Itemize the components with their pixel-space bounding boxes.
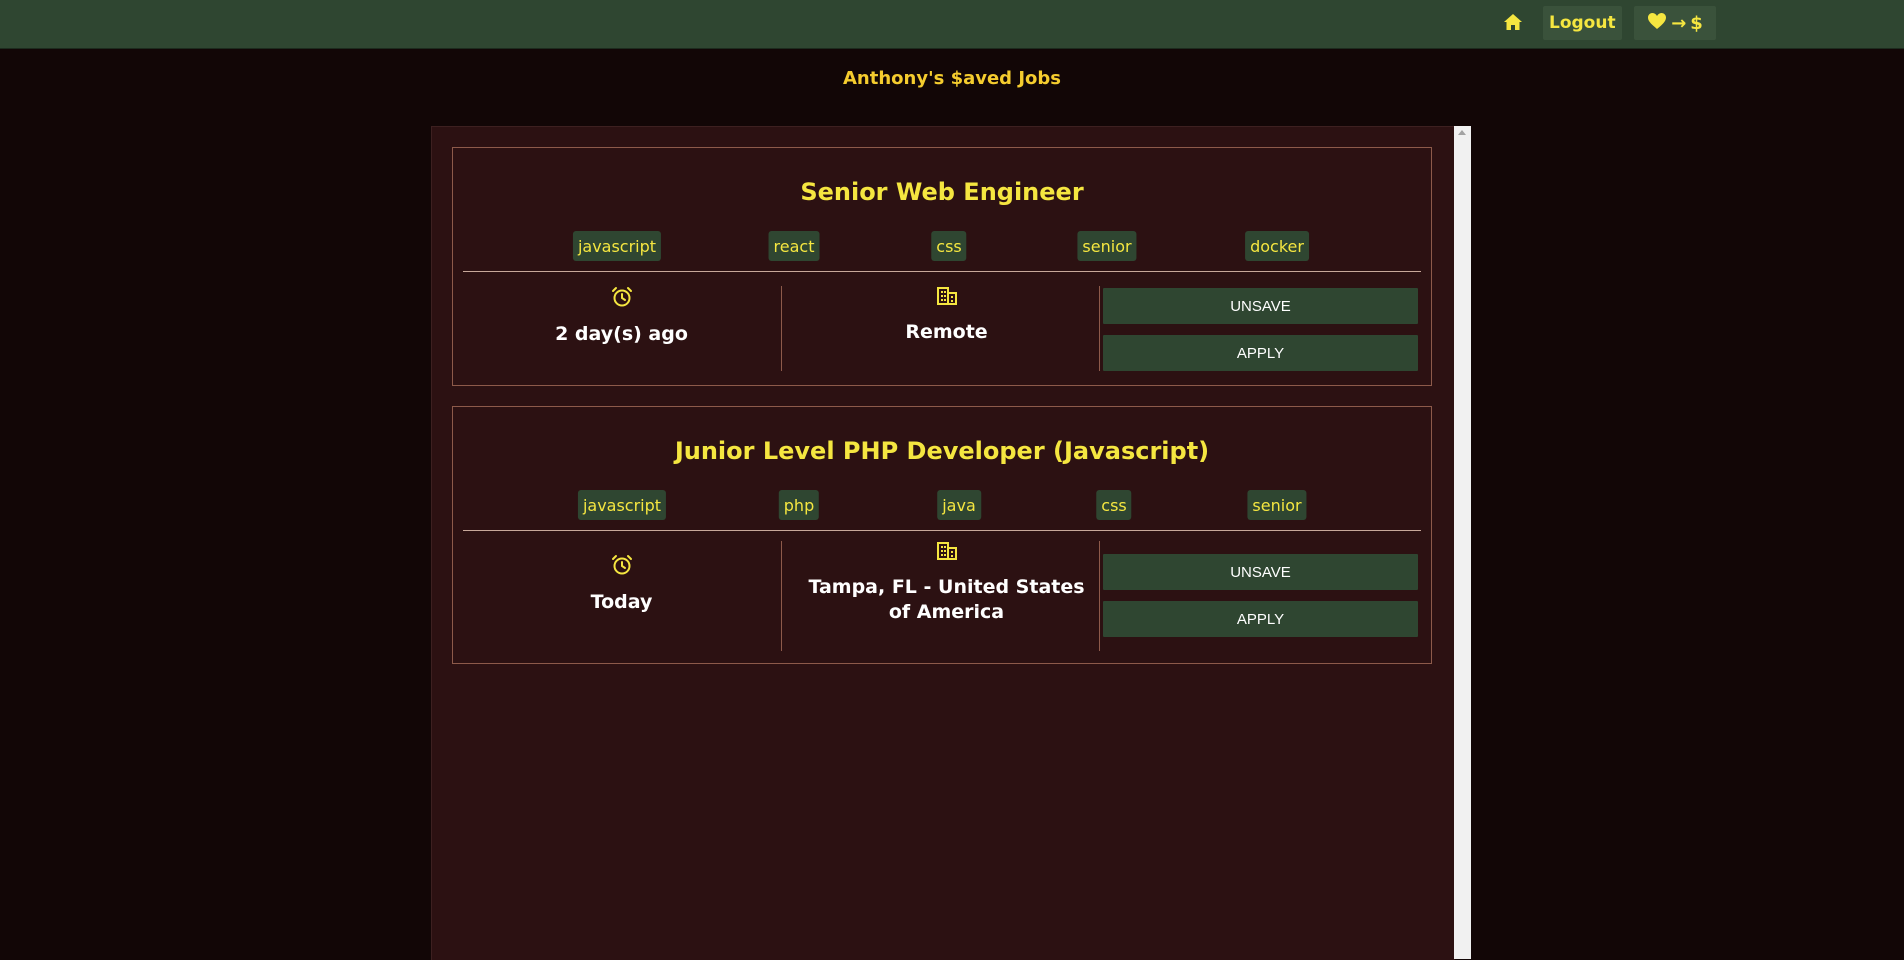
saved-jobs-panel: Senior Web Engineer javascript react css…: [431, 126, 1455, 960]
heart-icon: [1647, 12, 1667, 35]
job-tag[interactable]: css: [1096, 490, 1132, 520]
top-nav-bar: Logout → $: [0, 0, 1904, 49]
job-tag[interactable]: senior: [1247, 490, 1307, 520]
alarm-clock-icon: [463, 554, 780, 576]
home-icon: [1503, 13, 1523, 35]
job-tag[interactable]: react: [768, 231, 820, 261]
brand-arrow: →: [1671, 12, 1687, 34]
job-tag[interactable]: docker: [1245, 231, 1309, 261]
job-title: Senior Web Engineer: [800, 178, 1084, 206]
job-location: Tampa, FL - United States of America: [788, 541, 1105, 625]
building-icon: [788, 541, 1105, 561]
unsave-button[interactable]: UNSAVE: [1103, 554, 1418, 590]
posted-text: 2 day(s) ago: [555, 323, 688, 345]
job-tag[interactable]: javascript: [577, 490, 667, 520]
job-tag[interactable]: senior: [1077, 231, 1137, 261]
panel-scrollbar[interactable]: [1454, 126, 1471, 959]
apply-button[interactable]: APPLY: [1103, 601, 1418, 637]
card-divider: [463, 271, 1421, 272]
column-separator: [781, 286, 782, 371]
job-location: Remote: [788, 286, 1105, 345]
job-card: Junior Level PHP Developer (Javascript) …: [452, 406, 1432, 664]
page-title: Anthony's $aved Jobs: [843, 68, 1061, 89]
home-button[interactable]: [1500, 12, 1526, 36]
job-card: Senior Web Engineer javascript react css…: [452, 147, 1432, 386]
column-separator: [1099, 541, 1100, 651]
posted-text: Today: [590, 591, 653, 613]
alarm-clock-icon: [463, 286, 780, 308]
brand-logo-button[interactable]: → $: [1634, 6, 1716, 40]
location-text: Tampa, FL - United States of America: [808, 576, 1085, 623]
column-separator: [781, 541, 782, 651]
job-tag[interactable]: java: [937, 490, 981, 520]
job-title: Junior Level PHP Developer (Javascript): [674, 437, 1210, 465]
location-text: Remote: [905, 321, 988, 343]
job-tag[interactable]: javascript: [572, 231, 662, 261]
apply-button[interactable]: APPLY: [1103, 335, 1418, 371]
job-tag[interactable]: php: [778, 490, 820, 520]
scroll-up-arrow-icon[interactable]: [1458, 130, 1466, 135]
posted-date: Today: [463, 554, 780, 615]
column-separator: [1099, 286, 1100, 371]
logout-button[interactable]: Logout: [1543, 6, 1622, 40]
brand-dollar: $: [1690, 12, 1703, 34]
building-icon: [788, 286, 1105, 306]
job-tag[interactable]: css: [931, 231, 967, 261]
posted-date: 2 day(s) ago: [463, 286, 780, 347]
unsave-button[interactable]: UNSAVE: [1103, 288, 1418, 324]
card-divider: [463, 530, 1421, 531]
